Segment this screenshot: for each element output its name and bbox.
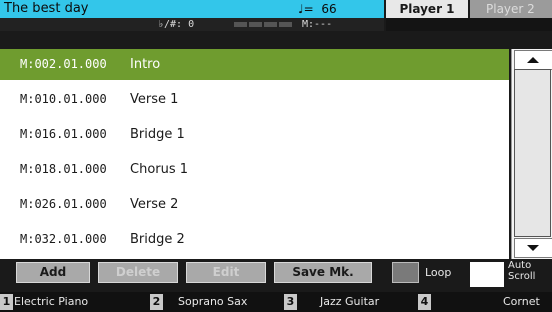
track-number[interactable]: 2 (150, 294, 163, 310)
track-number[interactable]: 3 (284, 294, 297, 310)
scroll-thumb[interactable] (514, 69, 551, 237)
track-number[interactable]: 1 (0, 294, 13, 310)
tempo-display: ♩= 66 (298, 2, 337, 16)
marker-list: M:002.01.000 Intro M:010.01.000 Verse 1 … (0, 49, 509, 259)
beat-meter (234, 22, 292, 27)
marker-position: M:032.01.000 (20, 232, 107, 246)
track-name[interactable]: Soprano Sax (178, 294, 247, 310)
track-name[interactable]: Jazz Guitar (320, 294, 379, 310)
delete-button[interactable]: Delete (98, 262, 178, 283)
edit-button[interactable]: Edit (186, 262, 266, 283)
list-item[interactable]: M:010.01.000 Verse 1 (0, 84, 509, 115)
add-button[interactable]: Add (16, 262, 90, 283)
list-item[interactable]: M:026.01.000 Verse 2 (0, 189, 509, 220)
marker-position: M:018.01.000 (20, 162, 107, 176)
list-item[interactable]: M:002.01.000 Intro (0, 49, 509, 80)
track-strip: 1 Electric Piano 2 Soprano Sax 3 Jazz Gu… (0, 292, 552, 312)
song-header: The best day ♩= 66 ♭/#: 0 M:--- (0, 0, 384, 31)
marker-name: Intro (130, 57, 161, 72)
title-bar: The best day ♩= 66 (0, 0, 384, 18)
list-scrollbar[interactable] (511, 49, 552, 259)
beat-indicator (264, 22, 277, 27)
triangle-down-icon (527, 245, 539, 251)
triangle-up-icon (527, 57, 539, 63)
transpose-display: ♭/#: 0 (158, 19, 195, 30)
beat-indicator (234, 22, 247, 27)
measure-display: M:--- (302, 19, 333, 30)
list-item[interactable]: M:032.01.000 Bridge 2 (0, 224, 509, 255)
song-title: The best day (4, 1, 89, 16)
marker-name: Bridge 2 (130, 232, 185, 247)
marker-name: Verse 1 (130, 92, 179, 107)
tab-player-2[interactable]: Player 2 (470, 0, 552, 18)
marker-position: M:026.01.000 (20, 197, 107, 211)
marker-position: M:010.01.000 (20, 92, 107, 106)
marker-name: Verse 2 (130, 197, 179, 212)
loop-checkbox[interactable] (392, 262, 419, 283)
marker-position: M:016.01.000 (20, 127, 107, 141)
marker-position: M:002.01.000 (20, 57, 107, 71)
scroll-up-button[interactable] (514, 50, 552, 70)
auto-scroll-checkbox[interactable] (470, 262, 504, 287)
marker-name: Bridge 1 (130, 127, 185, 142)
auto-scroll-label: Auto Scroll (508, 260, 536, 282)
track-name[interactable]: Electric Piano (14, 294, 88, 310)
beat-indicator (279, 22, 292, 27)
list-item[interactable]: M:016.01.000 Bridge 1 (0, 119, 509, 150)
marker-name: Chorus 1 (130, 162, 189, 177)
list-item[interactable]: M:018.01.000 Chorus 1 (0, 154, 509, 185)
scroll-down-button[interactable] (514, 238, 552, 258)
beat-indicator (249, 22, 262, 27)
status-bar: ♭/#: 0 M:--- (0, 18, 384, 31)
tab-player-1[interactable]: Player 1 (386, 0, 468, 18)
track-number[interactable]: 4 (418, 294, 431, 310)
track-name[interactable]: Cornet (503, 294, 540, 310)
tab-strip-background (386, 18, 552, 31)
loop-label: Loop (425, 266, 452, 279)
save-marker-button[interactable]: Save Mk. (274, 262, 372, 283)
